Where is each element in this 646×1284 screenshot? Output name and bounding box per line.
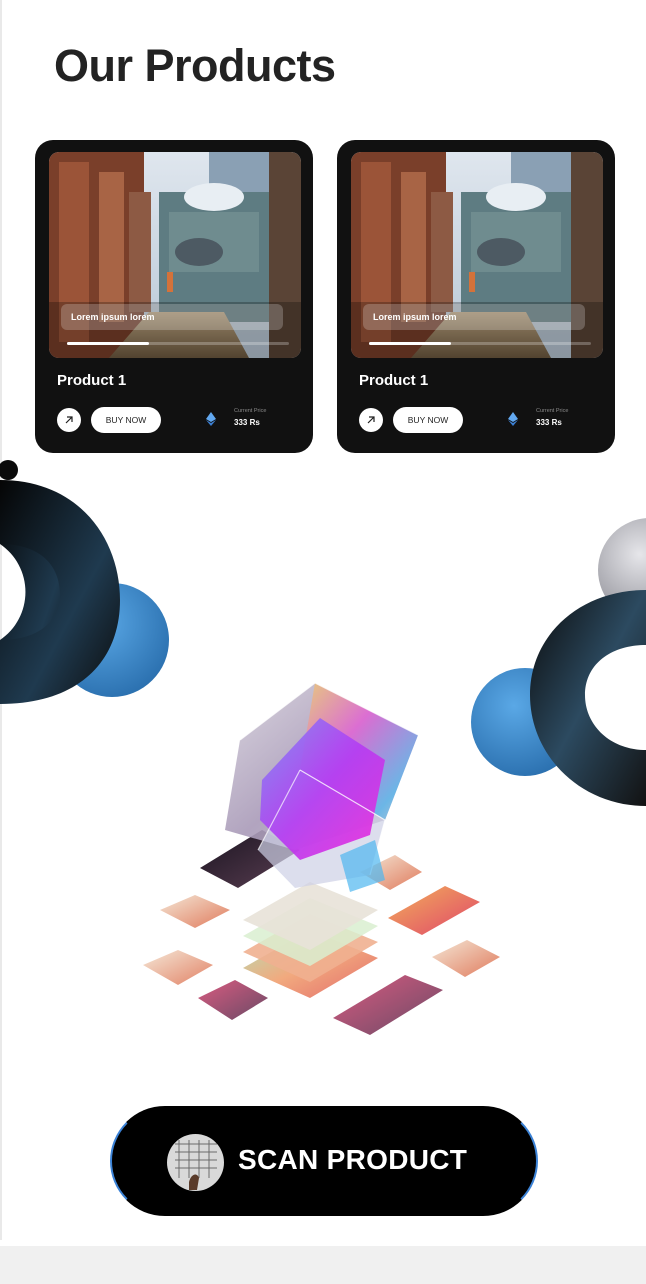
product-image: Lorem ipsum lorem: [351, 152, 603, 358]
open-product-button[interactable]: [359, 408, 383, 432]
price-label: Current Price: [536, 408, 569, 414]
image-progress-track: [369, 342, 591, 345]
bottom-bar: [0, 1246, 646, 1284]
image-progress-fill: [67, 342, 150, 345]
arrow-up-right-icon: [65, 416, 73, 424]
image-progress-track: [67, 342, 289, 345]
image-caption: Lorem ipsum lorem: [363, 304, 585, 330]
ethereum-icon: [206, 412, 216, 426]
arrow-up-right-icon: [367, 416, 375, 424]
product-card[interactable]: Lorem ipsum lorem Product 1 BUY NOW Curr…: [337, 140, 615, 453]
open-product-button[interactable]: [57, 408, 81, 432]
scan-thumbnail: [167, 1134, 224, 1191]
price-value: 333 Rs: [234, 418, 260, 427]
image-caption: Lorem ipsum lorem: [61, 304, 283, 330]
hero-illustration: [0, 460, 646, 1035]
page-title: Our Products: [54, 40, 336, 91]
buy-now-button[interactable]: BUY NOW: [393, 407, 463, 433]
ethereum-icon: [508, 412, 518, 426]
price-value: 333 Rs: [536, 418, 562, 427]
product-name: Product 1: [359, 372, 429, 389]
product-name: Product 1: [57, 372, 127, 389]
products-page: Our Products Lorem ipsum lorem Product 1…: [0, 0, 646, 1284]
buy-now-button[interactable]: BUY NOW: [91, 407, 161, 433]
price-label: Current Price: [234, 408, 267, 414]
image-progress-fill: [369, 342, 452, 345]
product-image: Lorem ipsum lorem: [49, 152, 301, 358]
product-card[interactable]: Lorem ipsum lorem Product 1 BUY NOW Curr…: [35, 140, 313, 453]
scan-product-button[interactable]: SCAN PRODUCT: [110, 1106, 538, 1216]
scan-product-label: SCAN PRODUCT: [238, 1144, 468, 1175]
